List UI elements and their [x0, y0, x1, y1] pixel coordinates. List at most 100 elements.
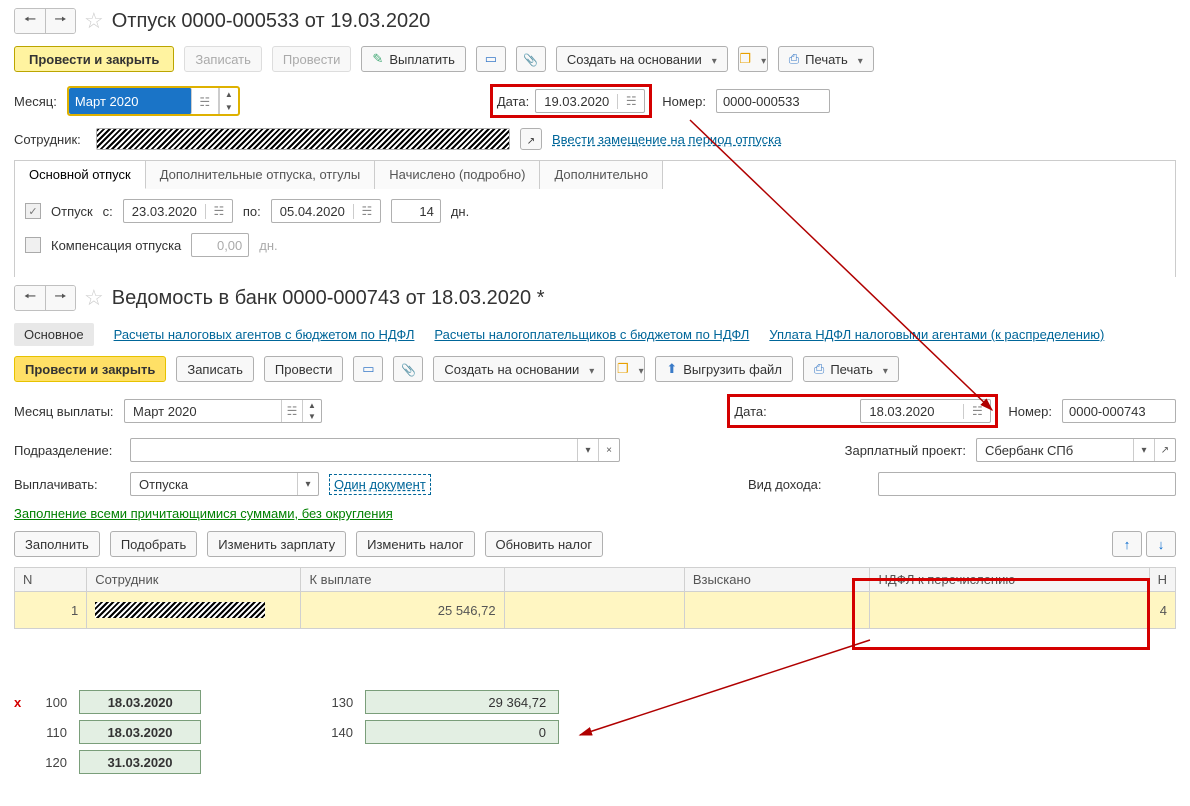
favorite-star-icon[interactable]: ☆: [84, 285, 104, 311]
compensation-days-field: 0,00: [191, 233, 249, 257]
attach-button[interactable]: [516, 46, 546, 72]
vacation-checkbox[interactable]: [25, 203, 41, 219]
open-employee-button[interactable]: [520, 128, 542, 150]
month-field[interactable]: Март 2020 ▲▼: [67, 86, 240, 116]
run-and-close-button[interactable]: Провести и закрыть: [14, 46, 174, 72]
upload-icon: [666, 361, 677, 377]
employee-field[interactable]: [96, 128, 510, 150]
month-value[interactable]: Март 2020: [69, 88, 192, 114]
income-type-field[interactable]: [878, 472, 1176, 496]
cell-ndfl: [870, 592, 1149, 629]
date-from-field[interactable]: 23.03.2020: [123, 199, 233, 223]
compensation-label: Компенсация отпуска: [51, 238, 181, 253]
fill-button[interactable]: Заполнить: [14, 531, 100, 557]
copy-button-2[interactable]: [615, 356, 645, 382]
department-label: Подразделение:: [14, 443, 120, 458]
tax-val-120: 31.03.2020: [79, 750, 201, 774]
table-row[interactable]: 1 25 546,72 4: [15, 592, 1176, 629]
calendar-icon[interactable]: [281, 400, 302, 422]
employee-label: Сотрудник:: [14, 132, 86, 147]
date-field[interactable]: 19.03.2020: [535, 89, 645, 113]
nav-link-taxpayers[interactable]: Расчеты налогоплательщиков с бюджетом по…: [434, 327, 749, 342]
attach-button-2[interactable]: [393, 356, 423, 382]
substitution-link[interactable]: Ввести замещение на период отпуска: [552, 132, 781, 147]
nav-forward-button[interactable]: 🠖: [45, 9, 75, 33]
clip-icon: [523, 52, 538, 67]
month-stepper[interactable]: ▲▼: [302, 400, 321, 422]
nav-history-2: 🠔 🠖: [14, 285, 76, 311]
pay-button[interactable]: Выплатить: [361, 46, 465, 72]
save-button-2[interactable]: Записать: [176, 356, 254, 382]
tab-additional[interactable]: Дополнительно: [540, 161, 663, 189]
move-down-button[interactable]: [1146, 531, 1176, 557]
open-icon: [527, 132, 535, 147]
calendar-icon[interactable]: [964, 404, 990, 418]
tab-main-vacation[interactable]: Основной отпуск: [15, 161, 146, 189]
nav-main[interactable]: Основное: [14, 323, 94, 346]
doc-button[interactable]: [476, 46, 506, 72]
month-label: Месяц:: [14, 94, 57, 109]
upload-file-button[interactable]: Выгрузить файл: [655, 356, 793, 382]
col-n: N: [15, 568, 87, 592]
update-tax-button[interactable]: Обновить налог: [485, 531, 604, 557]
doc-button-2[interactable]: [353, 356, 383, 382]
pick-button[interactable]: Подобрать: [110, 531, 197, 557]
move-up-button[interactable]: [1112, 531, 1142, 557]
date-field-2[interactable]: 18.03.2020: [860, 399, 991, 423]
col-empty: [504, 568, 684, 592]
copy-button[interactable]: [738, 46, 768, 72]
number-field-2[interactable]: 0000-000743: [1062, 399, 1176, 423]
nav-link-ndfl-payment[interactable]: Уплата НДФЛ налоговыми агентами (к распр…: [769, 327, 1104, 342]
favorite-star-icon[interactable]: ☆: [84, 8, 104, 34]
tab-accrued-details[interactable]: Начислено (подробно): [375, 161, 540, 189]
days-field[interactable]: 14: [391, 199, 441, 223]
salary-project-field[interactable]: Сбербанк СПб▾: [976, 438, 1176, 462]
month-stepper[interactable]: ▲▼: [219, 88, 238, 114]
pay-type-field[interactable]: Отпуска▾: [130, 472, 319, 496]
tab-body-main: Отпуск с: 23.03.2020 по: 05.04.2020 14 д…: [14, 189, 1176, 277]
one-document-link[interactable]: Один документ: [329, 474, 431, 495]
vacation-form: 🠔 🠖 ☆ Отпуск 0000-000533 от 19.03.2020 П…: [0, 0, 1190, 285]
department-field[interactable]: ▾×: [130, 438, 620, 462]
open-icon[interactable]: [1154, 439, 1175, 461]
run-and-close-button-2[interactable]: Провести и закрыть: [14, 356, 166, 382]
compensation-checkbox[interactable]: [25, 237, 41, 253]
nav-back-button[interactable]: 🠔: [15, 286, 45, 310]
number-label: Номер:: [662, 94, 706, 109]
from-label: с:: [103, 204, 113, 219]
create-on-basis-button-2[interactable]: Создать на основании: [433, 356, 605, 382]
print-button[interactable]: Печать: [778, 46, 874, 72]
nav-history: 🠔 🠖: [14, 8, 76, 34]
calendar-icon[interactable]: [618, 94, 644, 108]
nav-forward-button[interactable]: 🠖: [45, 286, 75, 310]
col-to-pay: К выплате: [301, 568, 504, 592]
fill-all-amounts-link[interactable]: Заполнение всеми причитающимися суммами,…: [14, 506, 393, 521]
number-field[interactable]: 0000-000533: [716, 89, 830, 113]
col-extra: Н: [1149, 568, 1175, 592]
tax-row-100: x 100 18.03.2020 130 29 364,72: [0, 690, 600, 714]
tax-val-100: 18.03.2020: [79, 690, 201, 714]
date-to-field[interactable]: 05.04.2020: [271, 199, 381, 223]
calendar-icon[interactable]: [199, 94, 210, 109]
create-on-basis-button[interactable]: Создать на основании: [556, 46, 728, 72]
tab-additional-vacations[interactable]: Дополнительные отпуска, отгулы: [146, 161, 376, 189]
change-tax-button[interactable]: Изменить налог: [356, 531, 474, 557]
nav-link-agents[interactable]: Расчеты налоговых агентов с бюджетом по …: [114, 327, 415, 342]
document-icon: [362, 361, 374, 377]
run-button-2[interactable]: Провести: [264, 356, 344, 382]
vacation-check-label: Отпуск: [51, 204, 93, 219]
cell-amount: 25 546,72: [301, 592, 504, 629]
cell-extra: 4: [1149, 592, 1175, 629]
calendar-icon[interactable]: [206, 204, 232, 218]
vacation-tabs: Основной отпуск Дополнительные отпуска, …: [14, 160, 1176, 189]
print-button-2[interactable]: Печать: [803, 356, 899, 382]
copy-icon: [617, 361, 629, 377]
payments-table[interactable]: N Сотрудник К выплате Взыскано НДФЛ к пе…: [14, 567, 1176, 629]
tax-val-110: 18.03.2020: [79, 720, 201, 744]
change-salary-button[interactable]: Изменить зарплату: [207, 531, 346, 557]
tax-val-140: 0: [365, 720, 559, 744]
calendar-icon[interactable]: [354, 204, 380, 218]
paymonth-label: Месяц выплаты:: [14, 404, 114, 419]
paymonth-field[interactable]: Март 2020 ▲▼: [124, 399, 322, 423]
nav-back-button[interactable]: 🠔: [15, 9, 45, 33]
